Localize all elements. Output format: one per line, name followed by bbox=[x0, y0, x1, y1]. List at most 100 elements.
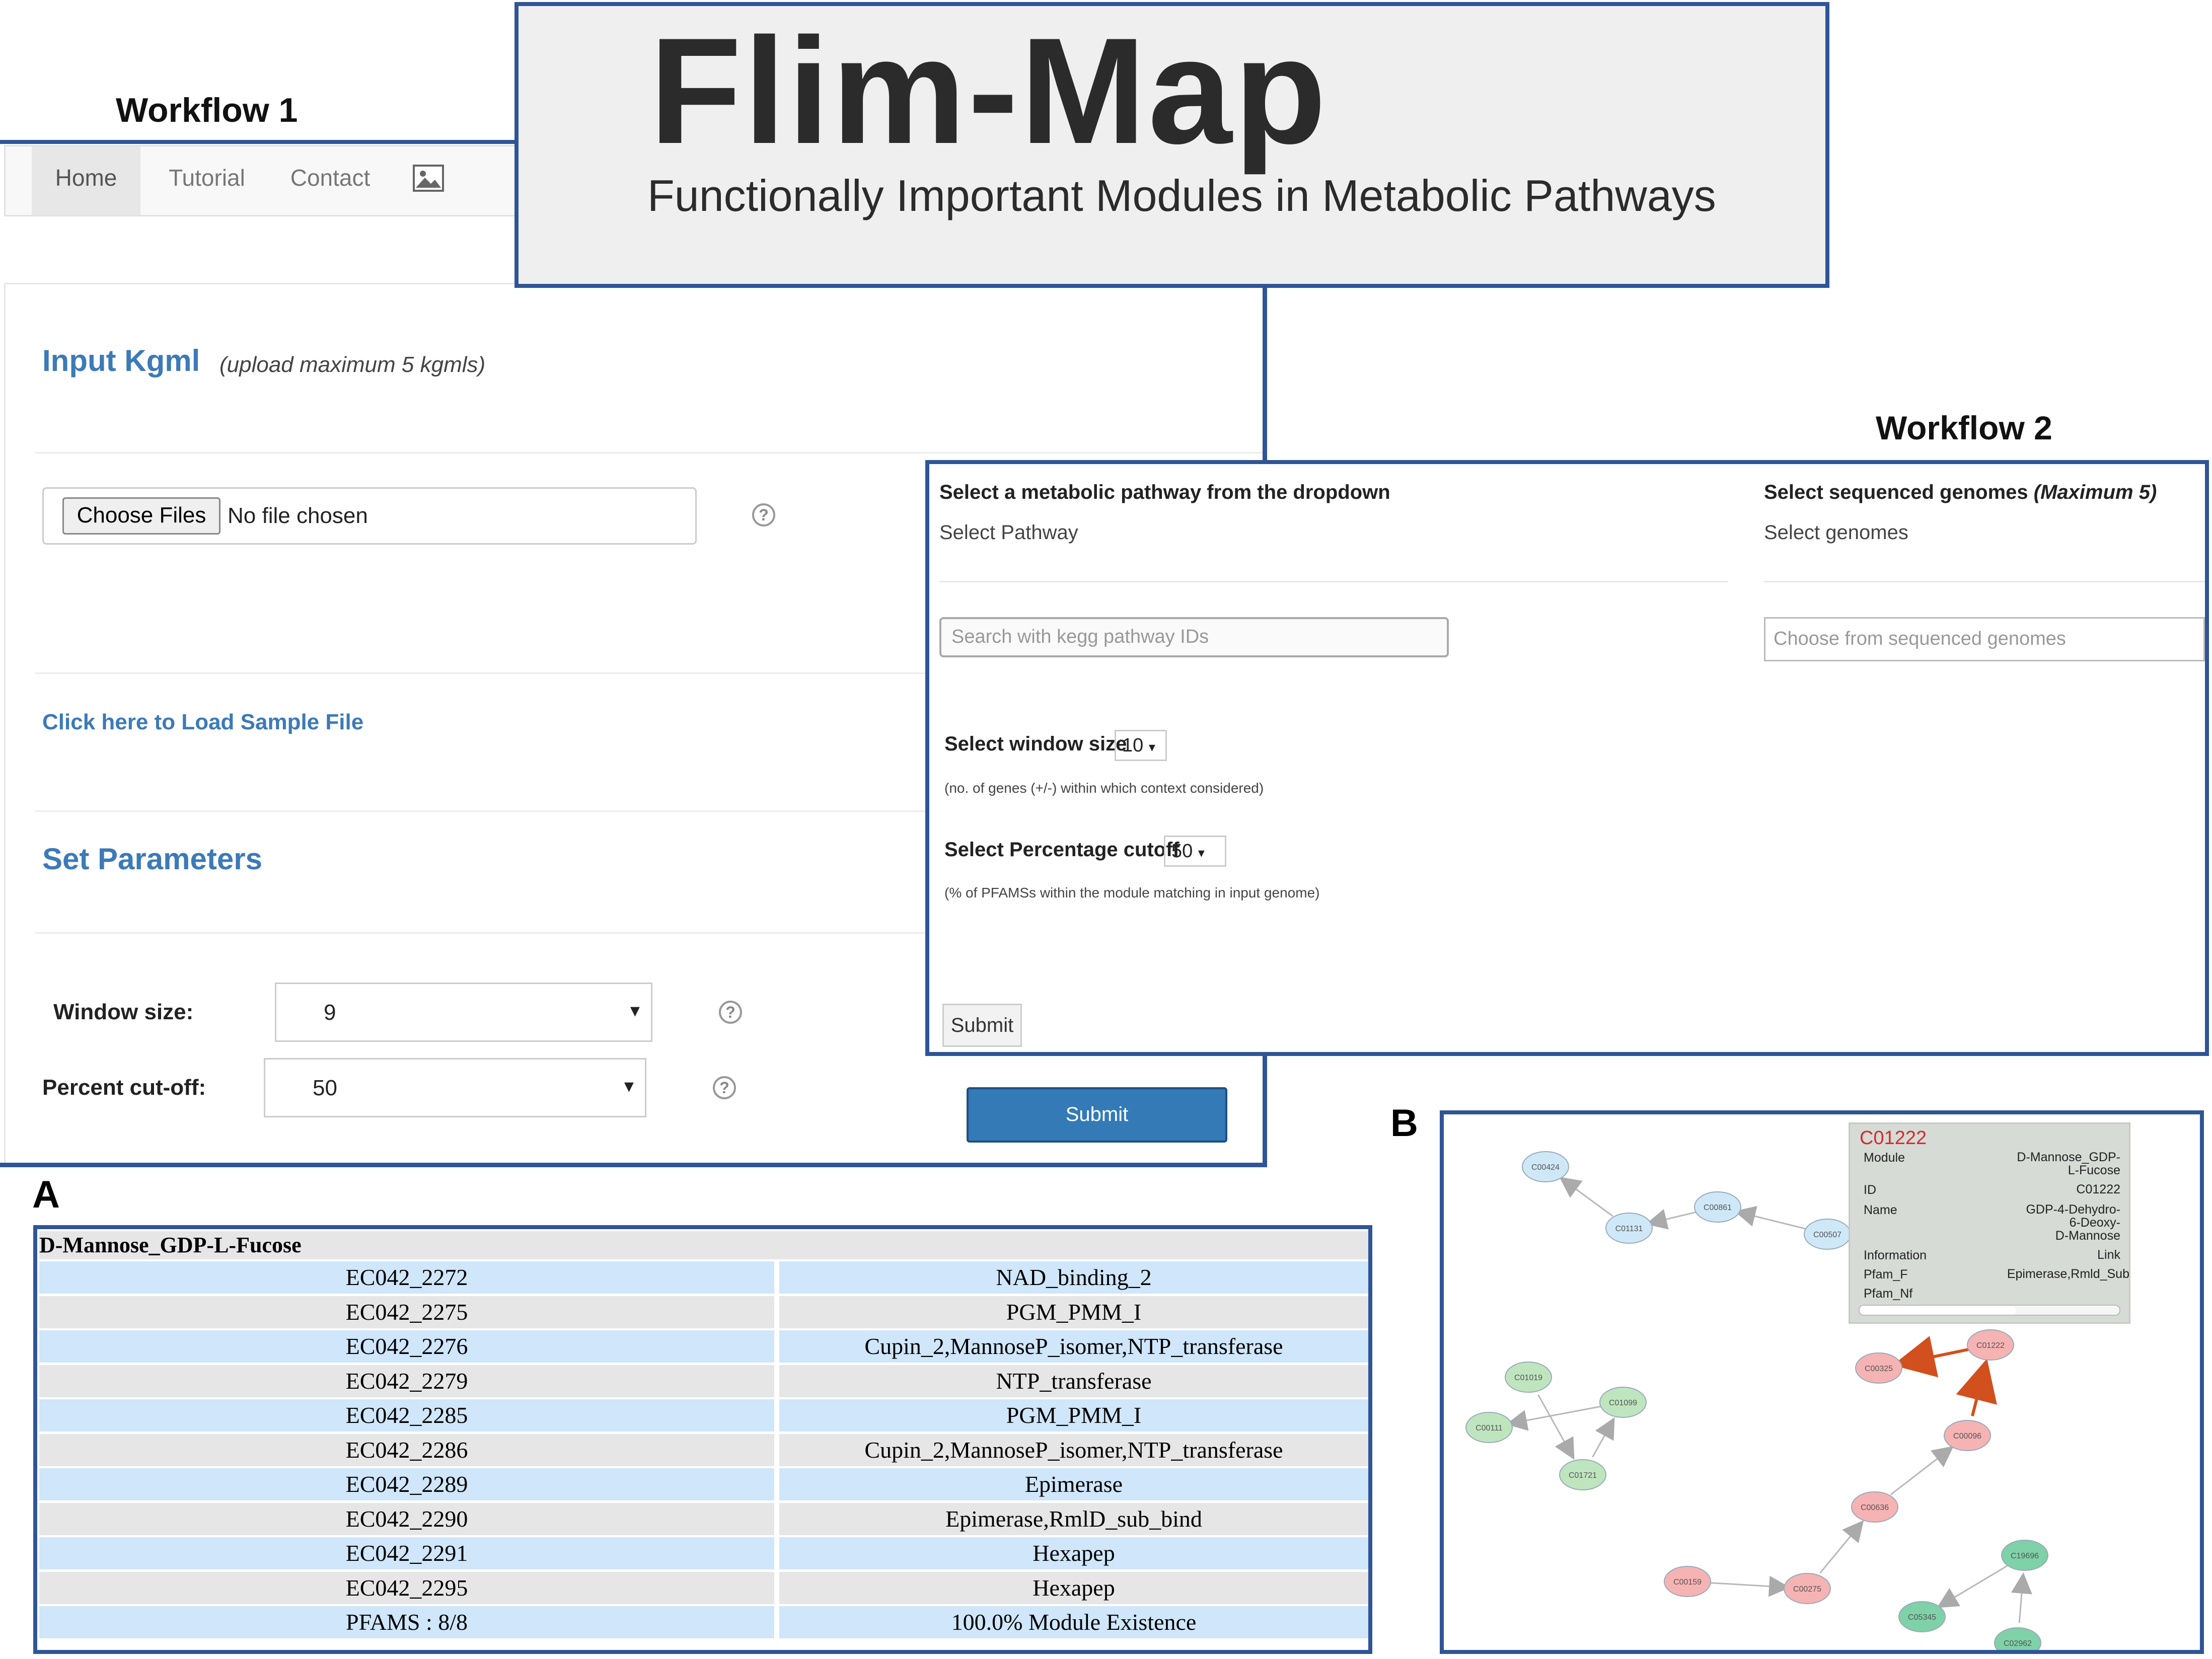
pfam-cell: NAD_binding_2 bbox=[779, 1261, 1368, 1294]
pfam-cell: PGM_PMM_I bbox=[779, 1296, 1368, 1328]
tooltip-key: Module bbox=[1864, 1151, 1905, 1165]
workflow-connector bbox=[1263, 286, 1267, 467]
nav-contact[interactable]: Contact bbox=[277, 146, 383, 215]
table-row: EC042_2289 Epimerase bbox=[39, 1468, 1368, 1502]
load-sample-link[interactable]: Click here to Load Sample File bbox=[42, 710, 363, 735]
pfam-cell: Epimerase,RmlD_sub_bind bbox=[779, 1502, 1368, 1535]
module-table-title: D-Mannose_GDP-L-Fucose bbox=[39, 1231, 1368, 1259]
tooltip-value: C01222 bbox=[2076, 1182, 2120, 1196]
tooltip-key: Name bbox=[1864, 1203, 1897, 1217]
submit-button[interactable]: Submit bbox=[942, 1004, 1022, 1047]
genome-heading-text: Select sequenced genomes bbox=[1764, 481, 2028, 503]
workflow-1-label: Workflow 1 bbox=[116, 91, 298, 129]
tooltip-value-line: D-Mannose_GDP- bbox=[2017, 1150, 2120, 1164]
pfam-cell: PGM_PMM_I bbox=[779, 1399, 1368, 1431]
panel-a-letter: A bbox=[32, 1173, 60, 1216]
window-size-value: 9 bbox=[324, 1000, 336, 1025]
divider bbox=[1764, 581, 2205, 582]
percent-cutoff-select[interactable]: 50 ▾ bbox=[1164, 836, 1226, 867]
pfam-cell: Cupin_2,MannoseP_isomer,NTP_transferase bbox=[779, 1434, 1368, 1466]
window-size-value: 10 bbox=[1122, 735, 1144, 756]
navbar: Home Tutorial Contact bbox=[4, 145, 518, 216]
help-icon[interactable]: ? bbox=[752, 503, 775, 526]
pfam-cell: NTP_transferase bbox=[779, 1365, 1368, 1397]
percent-cutoff-label: Percent cut-off: bbox=[42, 1075, 206, 1100]
gene-cell: EC042_2295 bbox=[39, 1571, 774, 1604]
percent-cutoff-label: Select Percentage cutoff bbox=[944, 839, 1179, 861]
pfam-cell: 100.0% Module Existence bbox=[779, 1606, 1368, 1638]
gene-cell: EC042_2285 bbox=[39, 1399, 774, 1431]
gene-cell: EC042_2272 bbox=[39, 1261, 774, 1294]
percent-cutoff-note: (% of PFAMSs within the module matching … bbox=[944, 885, 1320, 900]
table-row: EC042_2295 Hexapep bbox=[39, 1571, 1368, 1606]
genome-heading: Select sequenced genomes (Maximum 5) bbox=[1764, 481, 2157, 504]
table-row: EC042_2291 Hexapep bbox=[39, 1537, 1368, 1571]
panel-b-letter: B bbox=[1390, 1102, 1418, 1145]
window-size-label: Select window size bbox=[944, 733, 1127, 755]
gene-cell: EC042_2289 bbox=[39, 1468, 774, 1500]
tooltip-value: Epimerase,Rmld_Sub bbox=[2007, 1267, 2129, 1281]
workflow-1-divider bbox=[0, 140, 519, 144]
pfam-cell: Epimerase bbox=[779, 1468, 1368, 1500]
pfam-cell: Hexapep bbox=[779, 1571, 1368, 1604]
divider bbox=[939, 581, 1728, 582]
percent-cutoff-value: 50 bbox=[1171, 841, 1193, 862]
set-parameters-title: Set Parameters bbox=[42, 842, 262, 876]
workflow-2-label: Workflow 2 bbox=[1876, 409, 2052, 446]
input-kgml-title: Input Kgml bbox=[42, 344, 200, 378]
table-row: EC042_2272 NAD_binding_2 bbox=[39, 1261, 1368, 1296]
image-icon[interactable] bbox=[408, 146, 449, 215]
window-size-select[interactable]: 10 ▾ bbox=[1115, 730, 1167, 761]
tooltip-title: C01222 bbox=[1860, 1127, 1927, 1149]
file-status: No file chosen bbox=[228, 503, 368, 528]
app-subtitle: Functionally Important Modules in Metabo… bbox=[647, 171, 1716, 220]
table-row: PFAMS : 8/8 100.0% Module Existence bbox=[39, 1606, 1368, 1640]
pathway-search-input[interactable]: Search with kegg pathway IDs bbox=[939, 617, 1449, 657]
table-row: EC042_2275 PGM_PMM_I bbox=[39, 1296, 1368, 1330]
genome-label: Select genomes bbox=[1764, 521, 1908, 544]
gene-cell: EC042_2275 bbox=[39, 1296, 774, 1328]
workflow-1-border-bottom bbox=[0, 1163, 1267, 1167]
nav-home[interactable]: Home bbox=[32, 146, 140, 215]
table-row: EC042_2279 NTP_transferase bbox=[39, 1365, 1368, 1399]
tooltip-link[interactable]: Link bbox=[2097, 1248, 2120, 1261]
table-row: EC042_2290 Epimerase,RmlD_sub_bind bbox=[39, 1502, 1368, 1537]
nav-tutorial[interactable]: Tutorial bbox=[157, 146, 257, 215]
tooltip-value-line: 6-Deoxy- bbox=[2069, 1216, 2120, 1230]
table-row: EC042_2276 Cupin_2,MannoseP_isomer,NTP_tr… bbox=[39, 1330, 1368, 1365]
tooltip-scroll-thumb[interactable] bbox=[1860, 1306, 2016, 1315]
table-row: EC042_2286 Cupin_2,MannoseP_isomer,NTP_tr… bbox=[39, 1434, 1368, 1468]
help-icon[interactable]: ? bbox=[719, 1001, 742, 1024]
window-size-label: Window size: bbox=[53, 1000, 194, 1024]
app-title: Flim-Map bbox=[649, 6, 1329, 175]
tooltip-key: Pfam_F bbox=[1864, 1267, 1908, 1281]
gene-cell: EC042_2291 bbox=[39, 1537, 774, 1569]
tooltip-value-line: L-Fucose bbox=[2068, 1163, 2120, 1177]
caret-down-icon: ▾ bbox=[1198, 845, 1205, 860]
gene-cell: EC042_2286 bbox=[39, 1434, 774, 1466]
tooltip-key: ID bbox=[1864, 1183, 1876, 1197]
tooltip-key: Information bbox=[1864, 1248, 1927, 1262]
pathway-heading: Select a metabolic pathway from the drop… bbox=[939, 481, 1390, 503]
gene-cell: PFAMS : 8/8 bbox=[39, 1606, 774, 1638]
submit-button[interactable]: Submit bbox=[967, 1087, 1227, 1143]
percent-cutoff-value: 50 bbox=[313, 1076, 337, 1100]
choose-files-button[interactable]: Choose Files bbox=[62, 497, 220, 535]
tooltip-value: D-Mannose_GDP- L-Fucose bbox=[2017, 1151, 2120, 1177]
percent-cutoff-select[interactable]: 50 ▾ bbox=[264, 1058, 646, 1117]
pathway-label: Select Pathway bbox=[939, 521, 1078, 544]
genome-heading-max: (Maximum 5) bbox=[2033, 481, 2157, 503]
genome-search-input[interactable]: Choose from sequenced genomes bbox=[1764, 617, 2205, 661]
tooltip-key: Pfam_Nf bbox=[1864, 1287, 1913, 1301]
divider bbox=[35, 452, 1264, 454]
gene-cell: EC042_2279 bbox=[39, 1365, 774, 1397]
pfam-cell: Cupin_2,MannoseP_isomer,NTP_transferase bbox=[779, 1330, 1368, 1363]
gene-cell: EC042_2290 bbox=[39, 1502, 774, 1535]
window-size-select[interactable]: 9 ▾ bbox=[275, 983, 652, 1042]
help-icon[interactable]: ? bbox=[713, 1076, 736, 1099]
window-size-note: (no. of genes (+/-) within which context… bbox=[944, 780, 1264, 796]
caret-down-icon: ▾ bbox=[624, 1076, 634, 1097]
pfam-cell: Hexapep bbox=[779, 1537, 1368, 1569]
caret-down-icon: ▾ bbox=[630, 1000, 640, 1021]
table-row: EC042_2285 PGM_PMM_I bbox=[39, 1399, 1368, 1434]
